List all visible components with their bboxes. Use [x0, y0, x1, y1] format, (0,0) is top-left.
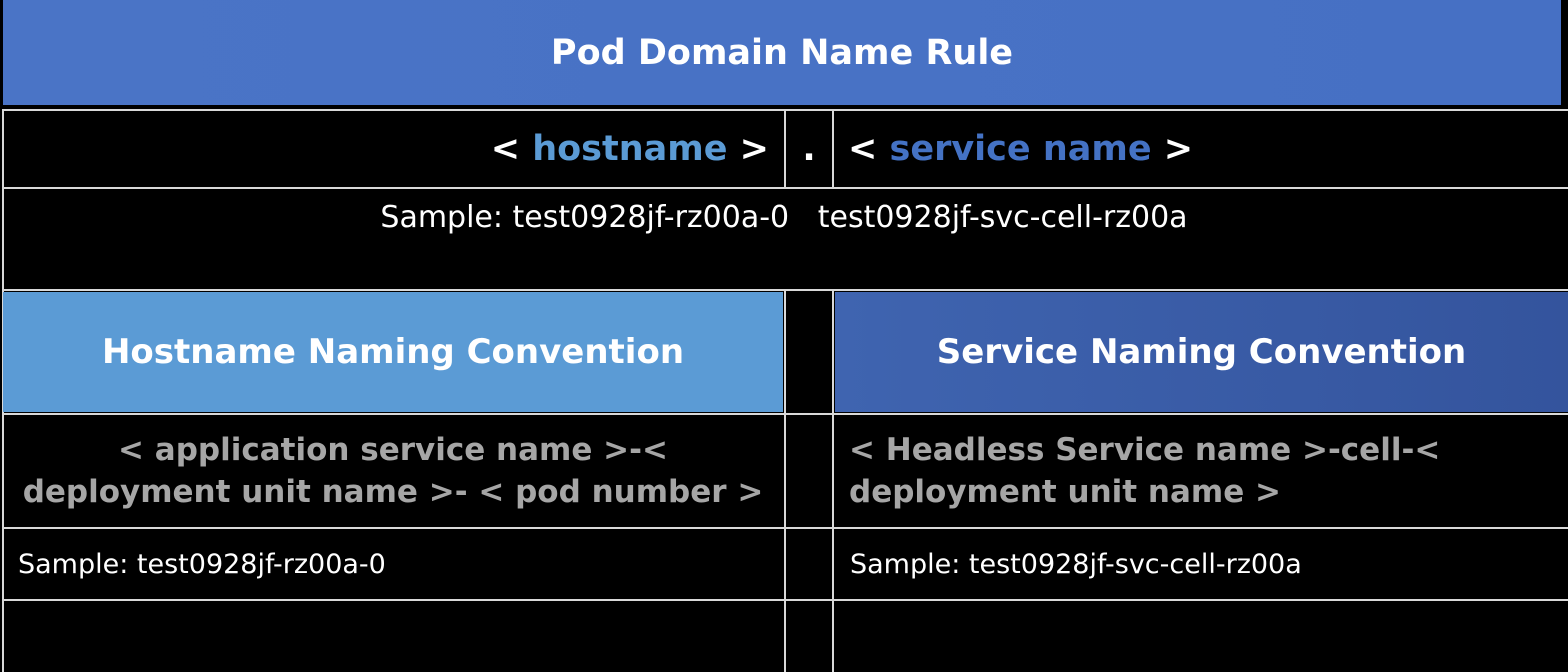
hostname-convention-pattern: < application service name >-< deploymen…	[22, 432, 764, 510]
grid-line	[784, 289, 786, 672]
hostname-sample: Sample: test0928jf-rz00a-0	[18, 548, 386, 580]
domain-sample: Sample: test0928jf-rz00a-0 test0928jf-sv…	[380, 199, 1188, 235]
open-bracket: <	[490, 129, 521, 169]
open-bracket: <	[848, 129, 878, 169]
hostname-placeholder: < hostname >	[3, 112, 783, 186]
dot-separator: .	[802, 129, 816, 169]
hostname-convention-header: Hostname Naming Convention	[3, 292, 783, 412]
service-name-keyword: service name	[889, 129, 1152, 169]
service-convention-pattern: < Headless Service name >-cell-< deploym…	[849, 432, 1441, 510]
hostname-keyword: hostname	[532, 129, 728, 169]
diagram-title: Pod Domain Name Rule	[3, 0, 1561, 105]
close-bracket: >	[1163, 129, 1194, 169]
service-sample: Sample: test0928jf-svc-cell-rz00a	[850, 548, 1302, 580]
domain-rule-diagram: Pod Domain Name Rule < hostname > . < se…	[0, 0, 1568, 672]
service-convention-header: Service Naming Convention	[835, 292, 1568, 412]
grid-line	[832, 289, 834, 672]
close-bracket: >	[739, 129, 769, 169]
service-name-placeholder: < service name >	[834, 112, 1568, 186]
